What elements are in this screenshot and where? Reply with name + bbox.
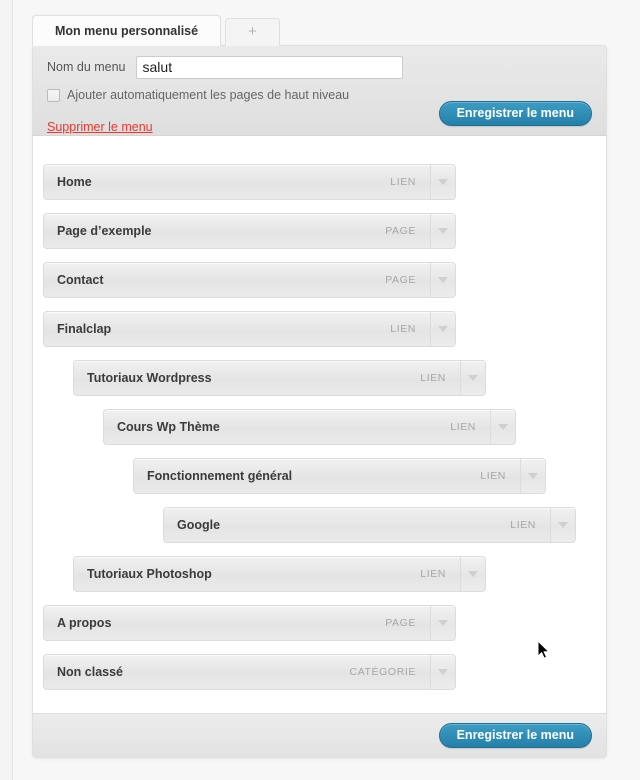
menu-item-title: Fonctionnement général	[147, 469, 293, 483]
chevron-down-icon	[438, 669, 448, 675]
menu-item-type-label: PAGE	[385, 617, 416, 629]
menu-item-type-label: LIEN	[510, 519, 536, 531]
menu-item-title: Non classé	[57, 665, 124, 679]
menu-item-title: Contact	[57, 273, 104, 287]
menu-item-expand-button[interactable]	[430, 262, 456, 298]
menu-item-handle[interactable]: Contact PAGE	[43, 262, 430, 298]
menu-item-handle[interactable]: Fonctionnement général LIEN	[133, 458, 520, 494]
menu-item-type-label: CATÉGORIE	[349, 666, 416, 678]
menu-name-input[interactable]	[135, 55, 403, 79]
menu-item-handle[interactable]: Home LIEN	[43, 164, 430, 200]
menu-item-title: Tutoriaux Photoshop	[87, 567, 212, 581]
menu-item-handle[interactable]: Non classé CATÉGORIE	[43, 654, 430, 690]
menu-item-title: Home	[57, 175, 92, 189]
menu-item-type-label: LIEN	[450, 421, 476, 433]
menu-item-type-label: LIEN	[420, 568, 446, 580]
chevron-down-icon	[438, 620, 448, 626]
tab-label: Mon menu personnalisé	[55, 24, 199, 38]
menu-item-handle[interactable]: Page d’exemple PAGE	[43, 213, 430, 249]
menu-settings-header: Nom du menu Ajouter automatiquement les …	[33, 46, 606, 136]
auto-add-pages-label: Ajouter automatiquement les pages de hau…	[67, 88, 350, 102]
menu-item-handle[interactable]: Tutoriaux Wordpress LIEN	[73, 360, 460, 396]
menu-item-type-label: LIEN	[390, 323, 416, 335]
delete-menu-link[interactable]: Supprimer le menu	[47, 120, 153, 134]
menu-item-expand-button[interactable]	[430, 654, 456, 690]
menu-name-row: Nom du menu	[47, 55, 592, 79]
menu-item-expand-button[interactable]	[430, 605, 456, 641]
chevron-down-icon	[438, 277, 448, 283]
chevron-down-icon	[498, 424, 508, 430]
menu-item-row[interactable]: Tutoriaux Photoshop LIEN	[73, 556, 486, 592]
save-menu-button-top[interactable]: Enregistrer le menu	[438, 100, 592, 126]
page-root: Mon menu personnalisé + Nom du menu Ajou…	[0, 0, 640, 780]
menu-item-row[interactable]: Fonctionnement général LIEN	[133, 458, 546, 494]
tab-mon-menu-personnalise[interactable]: Mon menu personnalisé	[32, 15, 222, 46]
chevron-down-icon	[528, 473, 538, 479]
menu-item-row[interactable]: Finalclap LIEN	[43, 311, 456, 347]
menu-item-expand-button[interactable]	[490, 409, 516, 445]
menu-item-type-label: PAGE	[385, 225, 416, 237]
chevron-down-icon	[558, 522, 568, 528]
menu-item-row[interactable]: Google LIEN	[163, 507, 576, 543]
menu-item-row[interactable]: Tutoriaux Wordpress LIEN	[73, 360, 486, 396]
menu-item-expand-button[interactable]	[460, 556, 486, 592]
menu-item-title: Page d’exemple	[57, 224, 152, 238]
menu-item-expand-button[interactable]	[520, 458, 546, 494]
save-menu-button-bottom[interactable]: Enregistrer le menu	[438, 722, 592, 749]
menu-item-row[interactable]: Home LIEN	[43, 164, 456, 200]
chevron-down-icon	[438, 228, 448, 234]
menu-editor-panel: Nom du menu Ajouter automatiquement les …	[32, 45, 607, 758]
menu-item-type-label: LIEN	[420, 372, 446, 384]
menu-tabs: Mon menu personnalisé +	[32, 14, 284, 46]
menu-item-expand-button[interactable]	[430, 311, 456, 347]
menu-item-handle[interactable]: Tutoriaux Photoshop LIEN	[73, 556, 460, 592]
menu-item-title: Finalclap	[57, 322, 112, 336]
chevron-down-icon	[468, 571, 478, 577]
menu-item-title: Tutoriaux Wordpress	[87, 371, 212, 385]
menu-item-handle[interactable]: Finalclap LIEN	[43, 311, 430, 347]
menu-item-handle[interactable]: Google LIEN	[163, 507, 550, 543]
menu-item-title: A propos	[57, 616, 112, 630]
menu-item-type-label: PAGE	[385, 274, 416, 286]
chevron-down-icon	[438, 326, 448, 332]
menu-editor-footer: Enregistrer le menu	[33, 713, 606, 757]
menu-item-row[interactable]: A propos PAGE	[43, 605, 456, 641]
plus-icon: +	[248, 23, 257, 40]
chevron-down-icon	[438, 179, 448, 185]
menu-item-row[interactable]: Contact PAGE	[43, 262, 456, 298]
menu-item-row[interactable]: Cours Wp Thème LIEN	[103, 409, 516, 445]
menu-item-type-label: LIEN	[390, 176, 416, 188]
menu-item-handle[interactable]: A propos PAGE	[43, 605, 430, 641]
menu-item-row[interactable]: Non classé CATÉGORIE	[43, 654, 456, 690]
menu-item-expand-button[interactable]	[460, 360, 486, 396]
menu-item-expand-button[interactable]	[550, 507, 576, 543]
menu-name-label: Nom du menu	[47, 60, 126, 74]
menu-item-expand-button[interactable]	[430, 164, 456, 200]
tab-add-menu[interactable]: +	[225, 18, 280, 46]
chevron-down-icon	[468, 375, 478, 381]
menu-item-handle[interactable]: Cours Wp Thème LIEN	[103, 409, 490, 445]
menu-item-title: Google	[177, 518, 221, 532]
menu-items-list: Home LIEN Page d’exemple PAGE Contact PAGE Fin…	[33, 136, 606, 696]
auto-add-pages-checkbox[interactable]	[47, 88, 60, 102]
menu-item-row[interactable]: Page d’exemple PAGE	[43, 213, 456, 249]
menu-item-title: Cours Wp Thème	[117, 420, 220, 434]
menu-item-expand-button[interactable]	[430, 213, 456, 249]
menu-item-type-label: LIEN	[480, 470, 506, 482]
